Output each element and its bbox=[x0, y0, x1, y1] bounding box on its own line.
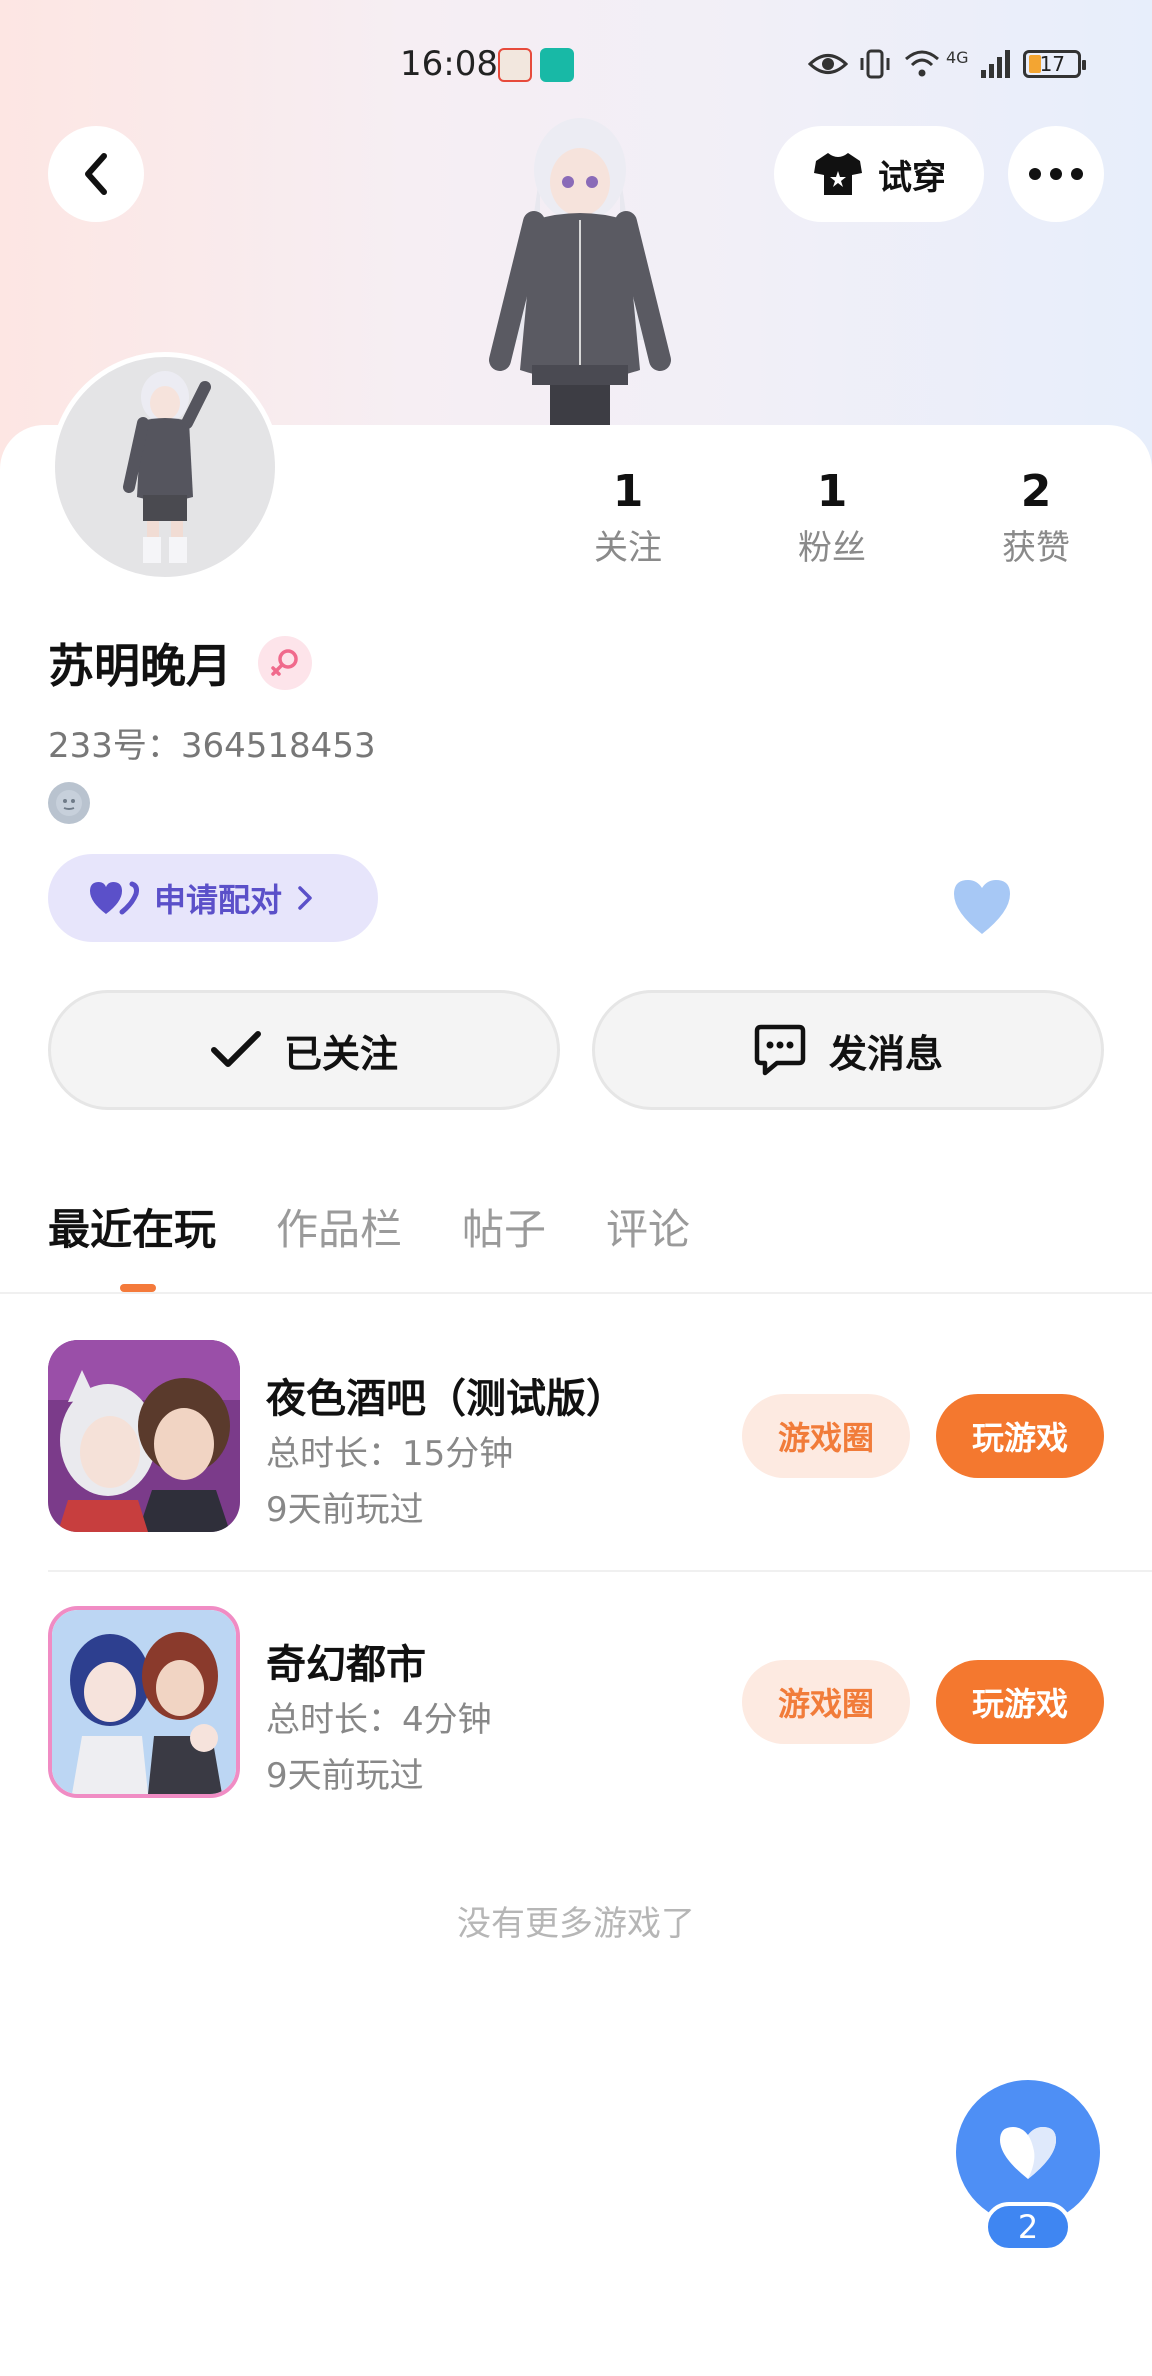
game-list-item[interactable]: 奇幻都市 总时长：4分钟 9天前玩过 游戏圈 玩游戏 bbox=[48, 1606, 1104, 1800]
eye-icon bbox=[808, 54, 848, 74]
profile-stats: 1 关注 1 粉丝 2 获赞 bbox=[560, 465, 1140, 575]
chevron-left-icon bbox=[85, 153, 107, 195]
stat-followers[interactable]: 1 粉丝 bbox=[764, 465, 900, 575]
chat-bubble-icon bbox=[754, 1024, 806, 1076]
try-on-label: 试穿 bbox=[878, 157, 946, 198]
stat-likes[interactable]: 2 获赞 bbox=[968, 465, 1104, 575]
moon-status-icon bbox=[48, 782, 90, 824]
play-game-button[interactable]: 玩游戏 bbox=[936, 1394, 1104, 1478]
stat-following[interactable]: 1 关注 bbox=[560, 465, 696, 575]
back-button[interactable] bbox=[48, 126, 144, 222]
stat-label: 粉丝 bbox=[798, 528, 866, 568]
more-dots-icon bbox=[1029, 168, 1083, 180]
network-type: 4G bbox=[946, 47, 969, 67]
battery-icon: 17 bbox=[1022, 50, 1086, 78]
avatar-figure-icon bbox=[123, 371, 211, 563]
checkmark-icon bbox=[210, 1031, 261, 1067]
more-options-button[interactable] bbox=[1008, 126, 1104, 222]
game-title: 夜色酒吧（测试版） bbox=[266, 1376, 626, 1422]
avatar-3d-figure bbox=[489, 118, 671, 440]
game-duration: 总时长：15分钟 bbox=[266, 1434, 514, 1474]
avatar[interactable] bbox=[50, 352, 280, 582]
followed-button[interactable]: 已关注 bbox=[48, 990, 560, 1110]
tshirt-icon bbox=[814, 153, 862, 195]
play-game-button[interactable]: 玩游戏 bbox=[936, 1660, 1104, 1744]
wifi-icon bbox=[905, 50, 939, 77]
stat-label: 获赞 bbox=[1002, 528, 1070, 568]
game-icon-night-bar[interactable] bbox=[48, 1340, 240, 1532]
user-id: 233号：364518453 bbox=[48, 726, 376, 766]
game-circle-button[interactable]: 游戏圈 bbox=[742, 1394, 910, 1478]
stat-label: 关注 bbox=[594, 528, 662, 568]
game-icon-fantasy-city[interactable] bbox=[48, 1606, 240, 1798]
status-time: 16:08 bbox=[400, 44, 498, 84]
vibrate-icon bbox=[860, 49, 890, 79]
request-pair-label: 申请配对 bbox=[154, 881, 283, 919]
tab-comments[interactable]: 评论 bbox=[606, 1196, 690, 1257]
followed-label: 已关注 bbox=[283, 1031, 398, 1076]
request-pair-button[interactable]: 申请配对 bbox=[48, 854, 378, 942]
divider bbox=[0, 1292, 1152, 1294]
end-of-list-text: 没有更多游戏了 bbox=[457, 1904, 695, 1944]
profile-tabs: 最近在玩 作品栏 帖子 评论 bbox=[48, 1196, 690, 1257]
tab-works[interactable]: 作品栏 bbox=[276, 1196, 402, 1257]
game-last-played: 9天前玩过 bbox=[266, 1490, 424, 1530]
signal-icon bbox=[980, 50, 1010, 78]
game-title: 奇幻都市 bbox=[266, 1642, 426, 1688]
send-message-label: 发消息 bbox=[828, 1031, 943, 1076]
stat-value: 1 bbox=[816, 466, 848, 517]
chevron-right-icon bbox=[298, 886, 312, 910]
game-list-item[interactable]: 夜色酒吧（测试版） 总时长：15分钟 9天前玩过 游戏圈 玩游戏 bbox=[48, 1340, 1104, 1534]
heart-decoration-icon bbox=[954, 880, 1010, 934]
battery-level: 17 bbox=[1039, 52, 1066, 76]
try-on-button[interactable]: 试穿 bbox=[774, 126, 984, 222]
stat-value: 1 bbox=[612, 466, 644, 517]
notification-app-icon bbox=[540, 48, 574, 82]
stat-value: 2 bbox=[1020, 466, 1052, 517]
heart-icon bbox=[1000, 2127, 1056, 2179]
status-icons: 4G 17 bbox=[808, 44, 1086, 84]
active-tab-indicator bbox=[120, 1284, 156, 1292]
game-circle-button[interactable]: 游戏圈 bbox=[742, 1660, 910, 1744]
divider bbox=[48, 1570, 1152, 1572]
double-heart-icon bbox=[90, 881, 139, 915]
game-last-played: 9天前玩过 bbox=[266, 1756, 424, 1796]
female-gender-icon bbox=[258, 636, 312, 690]
like-count-badge: 2 bbox=[984, 2202, 1072, 2252]
notification-app-icon bbox=[498, 48, 532, 82]
tab-posts[interactable]: 帖子 bbox=[462, 1196, 546, 1257]
game-duration: 总时长：4分钟 bbox=[266, 1700, 492, 1740]
send-message-button[interactable]: 发消息 bbox=[592, 990, 1104, 1110]
tab-recently-played[interactable]: 最近在玩 bbox=[48, 1196, 216, 1257]
username: 苏明晚月 bbox=[48, 639, 232, 693]
